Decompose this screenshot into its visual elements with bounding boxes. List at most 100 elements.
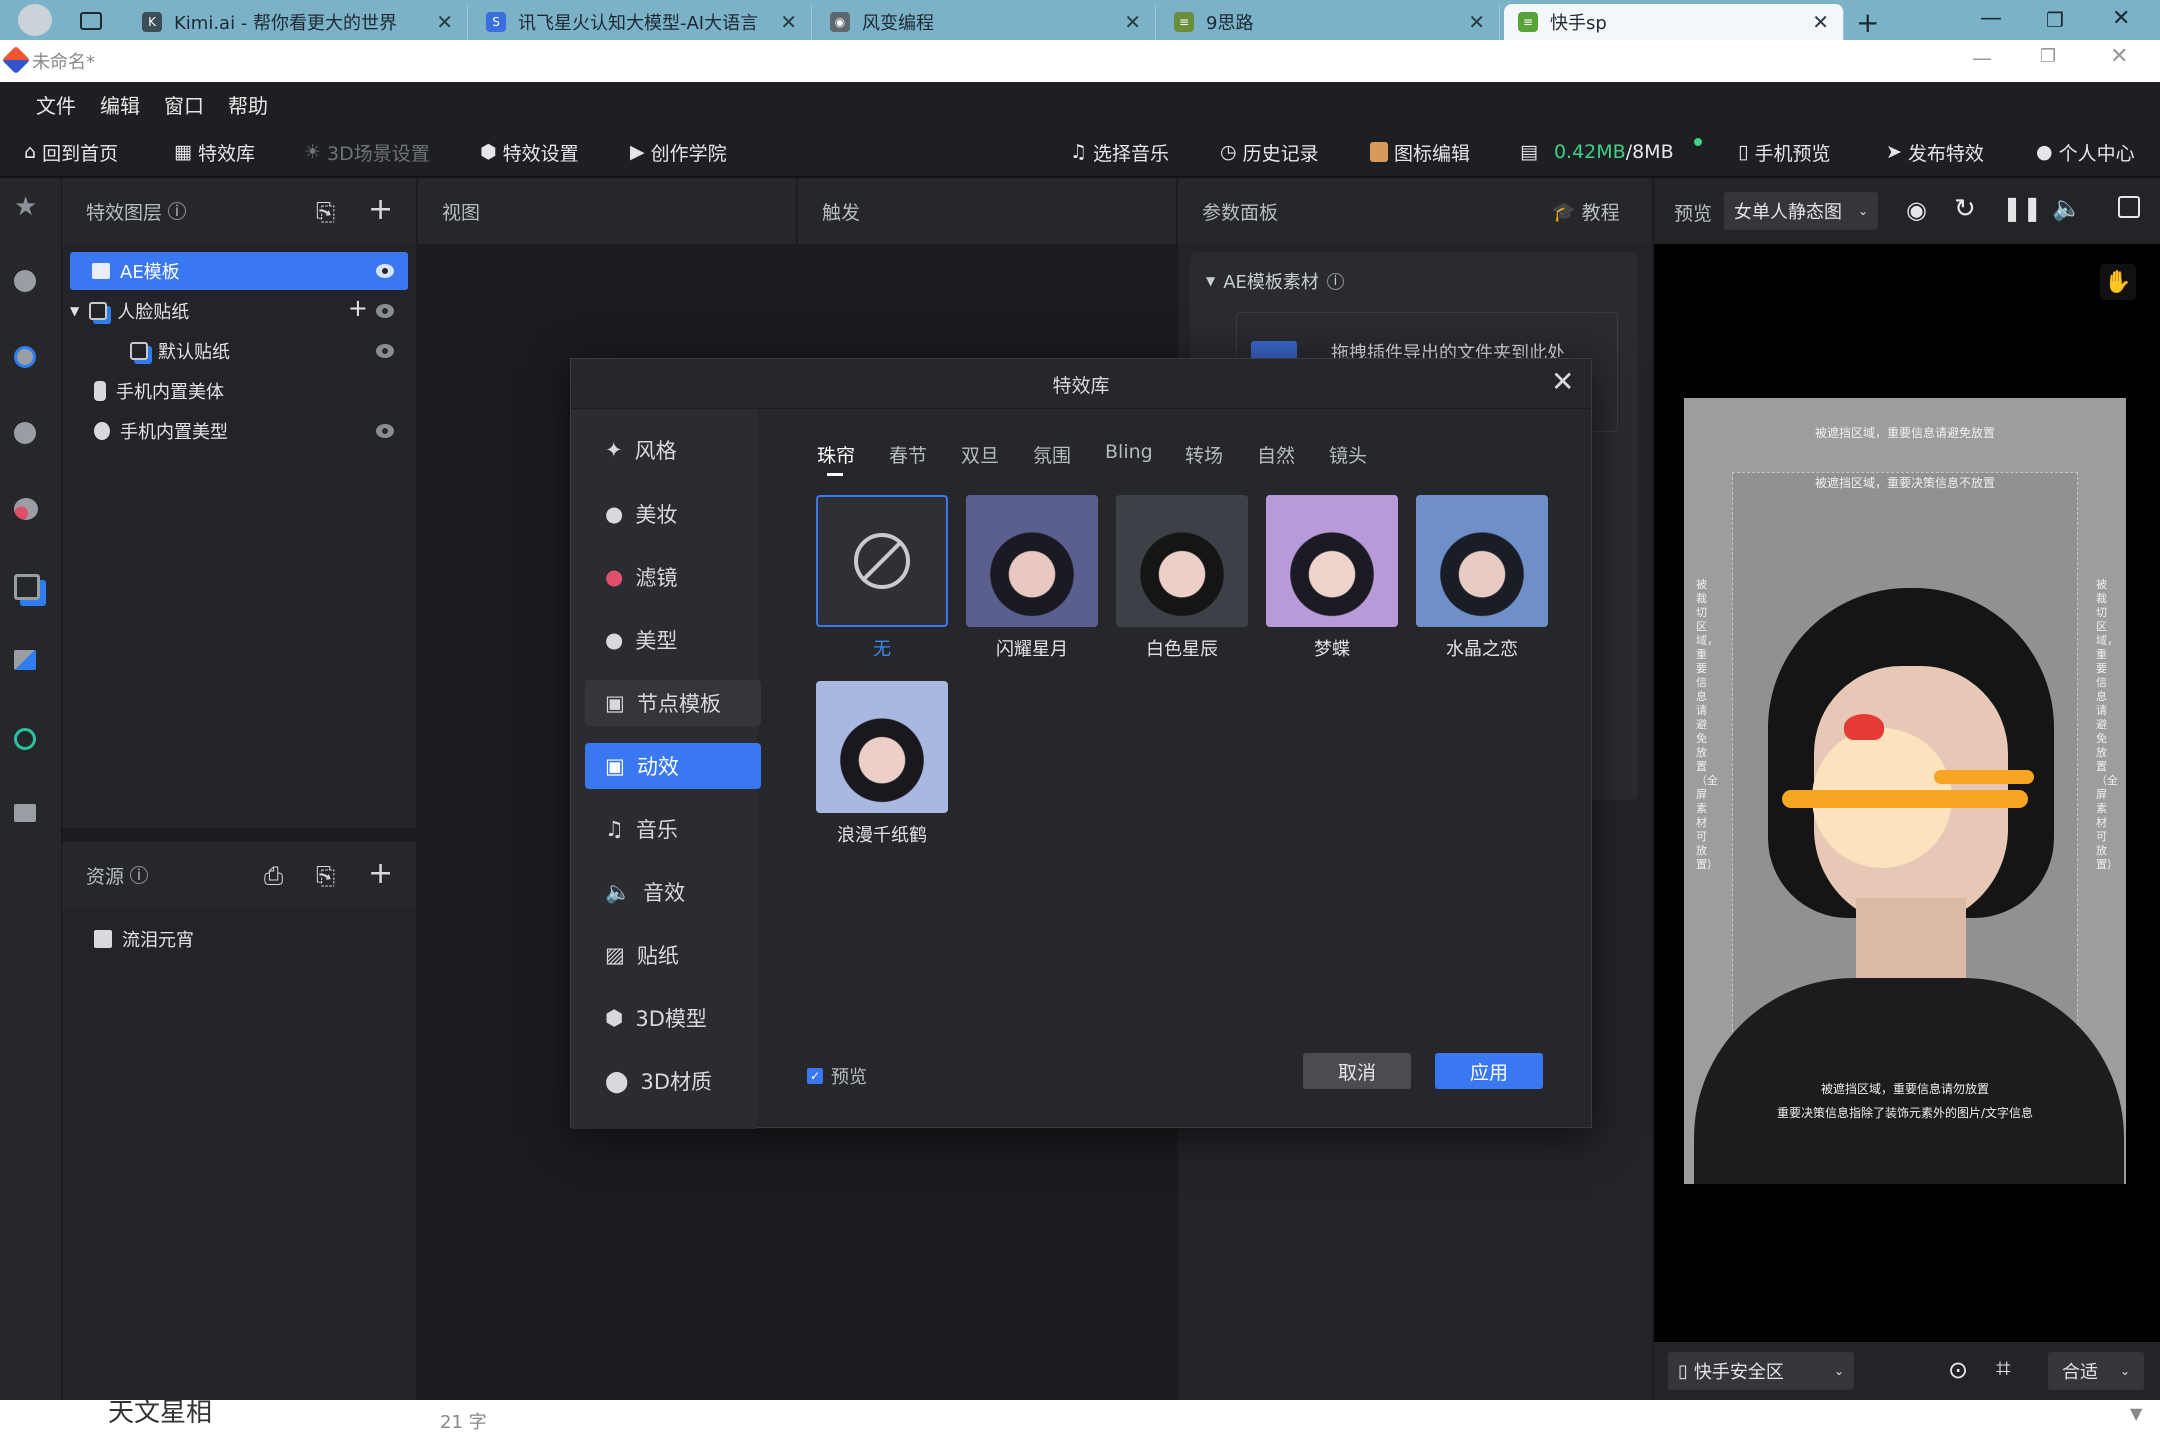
safe-area-select[interactable]: ▯ 快手安全区 ⌄ <box>1668 1352 1854 1390</box>
apply-button[interactable]: 应用 <box>1435 1053 1543 1089</box>
close-tab-icon[interactable]: ✕ <box>780 10 797 34</box>
category-music[interactable]: ♫ 音乐 <box>585 806 761 852</box>
effect-library-button[interactable]: ▦ 特效库 <box>174 126 255 178</box>
scroll-down-icon[interactable]: ▼ <box>2130 1404 2142 1423</box>
visibility-eye-icon[interactable] <box>376 264 394 278</box>
subtab-holidays[interactable]: 双旦 <box>961 441 999 468</box>
visibility-eye-icon[interactable] <box>376 344 394 358</box>
new-tab-icon[interactable]: + <box>1856 6 1879 39</box>
effect-card[interactable]: 浪漫千纸鹤 <box>807 681 957 847</box>
cancel-button[interactable]: 取消 <box>1303 1053 1411 1089</box>
subtab-nature[interactable]: 自然 <box>1257 441 1295 468</box>
close-tab-icon[interactable]: ✕ <box>1468 10 1485 34</box>
visibility-eye-icon[interactable] <box>376 424 394 438</box>
subtab-curtain[interactable]: 珠帘 <box>817 441 855 468</box>
phone-preview-button[interactable]: ▯ 手机预览 <box>1738 126 1830 178</box>
preview-mode-select[interactable]: 女单人静态图 ⌄ <box>1724 192 1878 230</box>
history-button[interactable]: ◷ 历史记录 <box>1220 126 1319 178</box>
category-makeup[interactable]: ● 美妆 <box>585 491 761 537</box>
target-icon[interactable]: ⊙ <box>1948 1356 1968 1384</box>
browser-tab-xunfei[interactable]: S 讯飞星火认知大模型-AI大语言 ✕ <box>472 4 812 40</box>
category-face-shape[interactable]: ● 美型 <box>585 617 761 663</box>
layer-face-shape[interactable]: 手机内置美型 <box>70 412 408 450</box>
close-window-icon[interactable]: ✕ <box>2110 44 2128 69</box>
menu-edit[interactable]: 编辑 <box>100 90 140 119</box>
info-icon[interactable]: i <box>168 202 187 220</box>
browser-tab-9silu[interactable]: ≡ 9思路 ✕ <box>1160 4 1500 40</box>
profile-button[interactable]: ● 个人中心 <box>2036 126 2135 178</box>
category-node-template[interactable]: ▣ 节点模板 <box>585 680 761 726</box>
tutorial-button[interactable]: 🎓 教程 <box>1552 198 1620 225</box>
expand-arrow-icon[interactable]: ▼ <box>70 304 79 318</box>
refresh-icon[interactable]: ↻ <box>1954 194 1976 224</box>
close-tab-icon[interactable]: ✕ <box>1812 10 1829 34</box>
restore-window-icon[interactable]: ❐ <box>2040 46 2056 67</box>
subtab-bling[interactable]: Bling <box>1105 441 1153 463</box>
preview-checkbox[interactable]: ✓ 预览 <box>807 1063 867 1089</box>
effect-none-card[interactable]: 无 <box>807 495 957 661</box>
browser-tab-fengbian[interactable]: ◉ 风变编程 ✕ <box>816 4 1156 40</box>
layer-body-beauty[interactable]: 手机内置美体 <box>70 372 408 410</box>
close-dialog-icon[interactable]: ✕ <box>1551 365 1574 398</box>
info-icon[interactable]: i <box>130 866 149 884</box>
image-sticker-icon[interactable] <box>14 650 48 684</box>
close-browser-icon[interactable]: ✕ <box>2112 6 2130 31</box>
browser-tab-kimi[interactable]: K Kimi.ai - 帮你看更大的世界 ✕ <box>128 4 468 40</box>
category-sticker[interactable]: ▨ 贴纸 <box>585 932 761 978</box>
ae-template-icon[interactable] <box>14 804 48 838</box>
select-music-button[interactable]: ♫ 选择音乐 <box>1070 126 1169 178</box>
pause-icon[interactable]: ❚❚ <box>2002 194 2042 222</box>
camera-icon[interactable]: ◉ <box>1906 196 1927 224</box>
subtab-transition[interactable]: 转场 <box>1185 441 1223 468</box>
section-toggle[interactable]: ▼ AE模板素材 i <box>1206 268 1344 294</box>
import-resource-icon[interactable]: ⎙ <box>264 862 283 890</box>
makeup-icon[interactable] <box>14 270 48 304</box>
crop-icon[interactable]: ⌗ <box>1996 1354 2011 1385</box>
menu-help[interactable]: 帮助 <box>228 90 268 119</box>
color-filter-icon[interactable] <box>14 498 48 532</box>
subtab-lens[interactable]: 镜头 <box>1329 441 1367 468</box>
home-button[interactable]: ⌂ 回到首页 <box>24 126 118 178</box>
volume-icon[interactable]: 🔈 <box>2052 194 2082 222</box>
layer-default-sticker[interactable]: 默认贴纸 <box>70 332 408 370</box>
subtab-atmosphere[interactable]: 氛围 <box>1033 441 1071 468</box>
minimize-browser-icon[interactable]: — <box>1980 6 2002 31</box>
sticker-layer-icon[interactable] <box>14 574 48 608</box>
category-motion[interactable]: ▣ 动效 <box>585 743 761 789</box>
scene-3d-settings-button[interactable]: ☀ 3D场景设置 <box>304 126 430 178</box>
info-icon[interactable]: i <box>1326 272 1344 290</box>
minimize-window-icon[interactable]: — <box>1972 46 1992 70</box>
add-resource-icon[interactable]: + <box>368 856 393 891</box>
effect-settings-button[interactable]: ⬢ 特效设置 <box>480 126 579 178</box>
add-child-icon[interactable]: + <box>348 294 368 322</box>
category-sound[interactable]: 🔈 音效 <box>585 869 761 915</box>
face-shape-icon[interactable] <box>14 422 48 456</box>
effect-card[interactable]: 水晶之恋 <box>1407 495 1557 661</box>
effect-card[interactable]: 白色星辰 <box>1107 495 1257 661</box>
category-style[interactable]: ✦ 风格 <box>585 427 761 473</box>
layer-ae-template[interactable]: AE模板 <box>70 252 408 290</box>
filter-icon[interactable] <box>14 346 48 380</box>
subtab-spring-festival[interactable]: 春节 <box>889 441 927 468</box>
category-3d-material[interactable]: ⬤ 3D材质 <box>585 1058 761 1104</box>
menu-file[interactable]: 文件 <box>36 90 76 119</box>
close-tab-icon[interactable]: ✕ <box>1124 10 1141 34</box>
face-tracking-icon[interactable] <box>14 728 48 762</box>
icon-edit-button[interactable]: 图标编辑 <box>1370 126 1470 178</box>
publish-effect-button[interactable]: ➤ 发布特效 <box>1886 126 1984 178</box>
tab-overview-icon[interactable] <box>80 12 102 30</box>
menu-window[interactable]: 窗口 <box>164 90 204 119</box>
add-layer-icon[interactable]: + <box>368 192 393 227</box>
hand-tool-icon[interactable]: ✋ <box>2100 264 2136 300</box>
favorites-icon[interactable]: ★ <box>14 192 48 226</box>
profile-avatar[interactable] <box>18 4 52 36</box>
zoom-fit-select[interactable]: 合适 ⌄ <box>2048 1352 2144 1390</box>
visibility-eye-icon[interactable] <box>376 304 394 318</box>
effect-card[interactable]: 梦蝶 <box>1257 495 1407 661</box>
browser-tab-kuaishou[interactable]: ≡ 快手sp ✕ <box>1504 4 1844 40</box>
academy-button[interactable]: ▶ 创作学院 <box>630 126 727 178</box>
resource-item[interactable]: 流泪元宵 <box>70 920 408 958</box>
restore-browser-icon[interactable]: ❐ <box>2046 8 2064 32</box>
layout-icon[interactable] <box>2118 196 2140 218</box>
category-3d-model[interactable]: ⬢ 3D模型 <box>585 995 761 1041</box>
